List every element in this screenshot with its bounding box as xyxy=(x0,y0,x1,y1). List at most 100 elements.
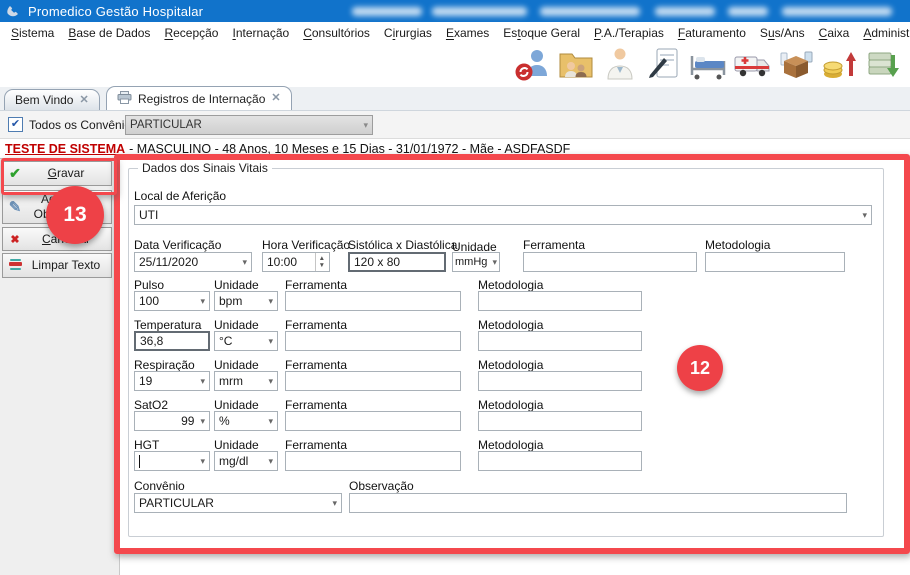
redacted-text xyxy=(782,7,892,16)
clear-lines-icon xyxy=(3,257,27,274)
toolbar-sync-user-button[interactable] xyxy=(510,46,554,86)
todos-convenios-label: Todos os Convênios xyxy=(29,118,137,132)
checkmark-icon: ✔ xyxy=(11,119,20,130)
redacted-text xyxy=(352,7,422,16)
pulso-metodologia-input[interactable] xyxy=(478,291,642,311)
toolbar-cash-down-button[interactable] xyxy=(862,46,906,86)
menu-item-pa-terapias[interactable]: P.A./Terapias xyxy=(587,22,671,44)
redacted-text xyxy=(432,7,527,16)
tab-registros-internacao[interactable]: Registros de Internação ✕ xyxy=(106,86,292,110)
convenio-label: Convênio xyxy=(134,479,185,493)
hgt-ferramenta-input[interactable] xyxy=(285,451,461,471)
pressao-input[interactable]: 120 x 80 xyxy=(348,252,446,272)
menu-item-base-de-dados[interactable]: Base de Dados xyxy=(61,22,157,44)
pulso-label: Pulso xyxy=(134,278,164,292)
todos-convenios-checkbox[interactable]: ✔ xyxy=(8,117,23,132)
respiracao-value-combo[interactable]: 19 ▾ xyxy=(134,371,210,391)
app-logo-icon xyxy=(6,4,20,18)
menu-item-cirurgias[interactable]: Cirurgias xyxy=(377,22,439,44)
sato2-unidade-label: Unidade xyxy=(214,398,259,412)
temperatura-value-input[interactable]: 36,8 xyxy=(134,331,210,351)
chevron-down-icon: ▾ xyxy=(197,296,205,307)
temperatura-value-input-text: 36,8 xyxy=(140,334,163,348)
toolbar xyxy=(0,44,910,87)
respiracao-unidade-combo-text: mrm xyxy=(219,374,243,388)
patient-details: - MASCULINO - 48 Anos, 10 Meses e 15 Dia… xyxy=(129,142,570,156)
limpar-texto-button[interactable]: Limpar Texto xyxy=(2,253,112,278)
limpar-texto-label: Limpar Texto xyxy=(27,258,111,273)
menu-item-caixa[interactable]: Caixa xyxy=(812,22,857,44)
data-verificacao-label: Data Verificação xyxy=(134,238,221,252)
respiracao-metodologia-input[interactable] xyxy=(478,371,642,391)
local-afericao-label: Local de Aferição xyxy=(134,189,226,203)
gravar-label: Gravar xyxy=(27,166,111,181)
toolbar-prescription-button[interactable] xyxy=(642,46,686,86)
chevron-down-icon: ▾ xyxy=(859,210,867,221)
pressao-ferramenta-input[interactable] xyxy=(523,252,697,272)
observacao-label: Observação xyxy=(349,479,414,493)
toolbar-stock-box-button[interactable] xyxy=(774,46,818,86)
menu-item-estoque-geral[interactable]: Estoque Geral xyxy=(496,22,587,44)
temperatura-unidade-combo-text: °C xyxy=(219,334,232,348)
app-window: Promedico Gestão Hospitalar SistemaBase … xyxy=(0,0,910,575)
patient-bar: TESTE DE SISTEMA - MASCULINO - 48 Anos, … xyxy=(0,139,910,159)
respiracao-label: Respiração xyxy=(134,358,195,372)
menu-item-sistema[interactable]: Sistema xyxy=(4,22,61,44)
cash-down-icon xyxy=(864,45,904,86)
chevron-down-icon: ▾ xyxy=(329,498,337,509)
pulso-ferramenta-input[interactable] xyxy=(285,291,461,311)
sync-user-icon xyxy=(512,45,552,86)
groupbox-title: Dados dos Sinais Vitais xyxy=(138,161,272,175)
menu-item-exames[interactable]: Exames xyxy=(439,22,496,44)
tab-close-icon[interactable]: ✕ xyxy=(79,95,88,106)
temperatura-label: Temperatura xyxy=(134,318,201,332)
convenio-combo[interactable]: PARTICULAR ▾ xyxy=(134,493,342,513)
pulso-value-combo-text: 100 xyxy=(139,294,159,308)
tab-bem-vindo[interactable]: Bem Vindo ✕ xyxy=(4,89,100,110)
convenio-filter-combo[interactable]: PARTICULAR ▾ xyxy=(125,115,373,135)
temperatura-metodologia-label: Metodologia xyxy=(478,318,543,332)
filter-bar: ✔ Todos os Convênios PARTICULAR ▾ xyxy=(0,111,910,139)
hgt-metodologia-input[interactable] xyxy=(478,451,642,471)
temperatura-ferramenta-input[interactable] xyxy=(285,331,461,351)
sato2-unidade-combo-text: % xyxy=(219,414,230,428)
respiracao-unidade-combo[interactable]: mrm▾ xyxy=(214,371,278,391)
observacao-input[interactable] xyxy=(349,493,847,513)
toolbar-billing-up-button[interactable] xyxy=(818,46,862,86)
temperatura-unidade-combo[interactable]: °C ▾ xyxy=(214,331,278,351)
sato2-unidade-combo[interactable]: %▾ xyxy=(214,411,278,431)
menu-item-administracao[interactable]: Administração xyxy=(856,22,910,44)
sato2-metodologia-input[interactable] xyxy=(478,411,642,431)
spinner-arrows-icon[interactable]: ▲▼ xyxy=(315,253,325,271)
toolbar-doctor-button[interactable] xyxy=(598,46,642,86)
sato2-ferramenta-label: Ferramenta xyxy=(285,398,347,412)
hora-verificacao-spinner[interactable]: 10:00 ▲▼ xyxy=(262,252,330,272)
sato2-label: SatO2 xyxy=(134,398,168,412)
pulso-unidade-combo[interactable]: bpm▾ xyxy=(214,291,278,311)
local-afericao-combo[interactable]: UTI ▾ xyxy=(134,205,872,225)
hora-verificacao-value: 10:00 xyxy=(267,255,297,269)
chevron-down-icon: ▾ xyxy=(265,336,273,347)
hgt-value-combo[interactable]: ▾ xyxy=(134,451,210,471)
toolbar-ambulance-button[interactable] xyxy=(730,46,774,86)
menu-item-faturamento[interactable]: Faturamento xyxy=(671,22,753,44)
tab-close-icon[interactable]: ✕ xyxy=(271,93,280,104)
respiracao-ferramenta-input[interactable] xyxy=(285,371,461,391)
menu-item-recepcao[interactable]: Recepção xyxy=(157,22,225,44)
hgt-unidade-combo[interactable]: mg/dl▾ xyxy=(214,451,278,471)
respiracao-value-combo-text: 19 xyxy=(139,374,152,388)
pulso-value-combo[interactable]: 100 ▾ xyxy=(134,291,210,311)
pressao-unidade-combo[interactable]: mmHg ▾ xyxy=(452,252,500,272)
temperatura-metodologia-input[interactable] xyxy=(478,331,642,351)
data-verificacao-combo[interactable]: 25/11/2020 ▾ xyxy=(134,252,252,272)
menu-item-consultorios[interactable]: Consultórios xyxy=(296,22,377,44)
sato2-ferramenta-input[interactable] xyxy=(285,411,461,431)
gravar-button[interactable]: ✔Gravar xyxy=(2,161,112,186)
sato2-value-combo[interactable]: 99▾ xyxy=(134,411,210,431)
toolbar-hospital-bed-button[interactable] xyxy=(686,46,730,86)
pressao-metodologia-input[interactable] xyxy=(705,252,845,272)
menu-item-internacao[interactable]: Internação xyxy=(225,22,296,44)
menu-item-sus-ans[interactable]: Sus/Ans xyxy=(753,22,812,44)
chevron-down-icon: ▾ xyxy=(197,376,205,387)
toolbar-patients-folder-button[interactable] xyxy=(554,46,598,86)
